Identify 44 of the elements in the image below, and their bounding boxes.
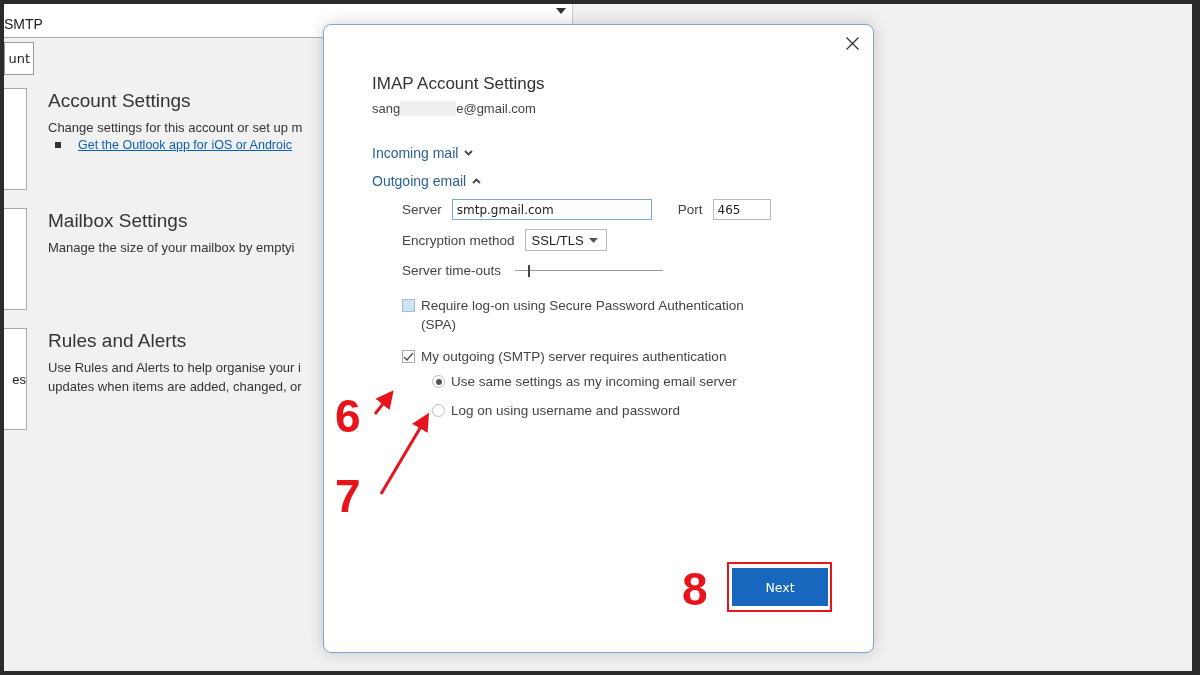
server-label: Server <box>402 202 442 217</box>
bullet-icon <box>55 142 61 148</box>
section-title: Mailbox Settings <box>48 210 189 232</box>
next-button[interactable]: Next <box>732 568 828 606</box>
server-input[interactable]: smtp.gmail.com <box>451 199 652 220</box>
encryption-label: Encryption method <box>402 232 515 248</box>
checkbox-label: My outgoing (SMTP) server requires authentication <box>421 348 727 366</box>
checkbox[interactable] <box>402 350 415 363</box>
encryption-dropdown[interactable]: SSL/TLS <box>524 229 607 251</box>
section-button[interactable] <box>4 88 27 190</box>
close-icon[interactable] <box>846 37 859 50</box>
radio-button[interactable] <box>432 404 445 417</box>
section-title: Account Settings <box>48 90 192 112</box>
port-input[interactable]: 465 <box>712 199 771 220</box>
dropdown-arrow-icon <box>588 237 598 243</box>
chevron-icon <box>464 150 474 156</box>
section-button[interactable] <box>4 208 27 310</box>
account-type-dropdown[interactable]: SMTP <box>4 4 572 37</box>
section-title: Rules and Alerts <box>48 330 188 352</box>
section-toggle[interactable]: Outgoing email <box>372 172 482 190</box>
radio-label: Log on using username and password <box>451 402 680 420</box>
radio-label: Use same settings as my incoming email server <box>451 373 737 391</box>
email-text: e@gmail.com <box>456 101 536 116</box>
section-description: updates when items are added, changed, or <box>48 378 302 396</box>
radio-button[interactable] <box>432 375 445 388</box>
step-number: 6 <box>335 393 361 439</box>
step-number: 8 <box>682 566 708 612</box>
section-description: Use Rules and Alerts to help organise your i <box>48 359 302 377</box>
section-description: Manage the size of your mailbox by emptyi <box>48 239 295 257</box>
timeouts-label: Server time-outs <box>402 263 502 278</box>
account-button[interactable]: unt <box>4 42 34 75</box>
outlook-app-link[interactable]: Get the Outlook app for iOS or Androic <box>78 138 292 152</box>
dropdown-arrow-icon <box>556 8 566 14</box>
section-description: Change settings for this account or set up m <box>48 119 303 137</box>
email-text: sang <box>372 101 401 116</box>
step-number: 7 <box>335 473 361 519</box>
section-button[interactable]: es <box>4 328 27 430</box>
section-toggle[interactable]: Incoming mail <box>372 144 474 162</box>
checkbox[interactable] <box>402 299 415 312</box>
port-label: Port <box>677 202 703 217</box>
slider-thumb[interactable] <box>528 264 531 277</box>
chevron-icon <box>472 178 482 184</box>
dialog-title: IMAP Account Settings <box>372 74 546 94</box>
checkbox-label: Require log-on using Secure Password Authentication (SPA) <box>421 297 745 334</box>
